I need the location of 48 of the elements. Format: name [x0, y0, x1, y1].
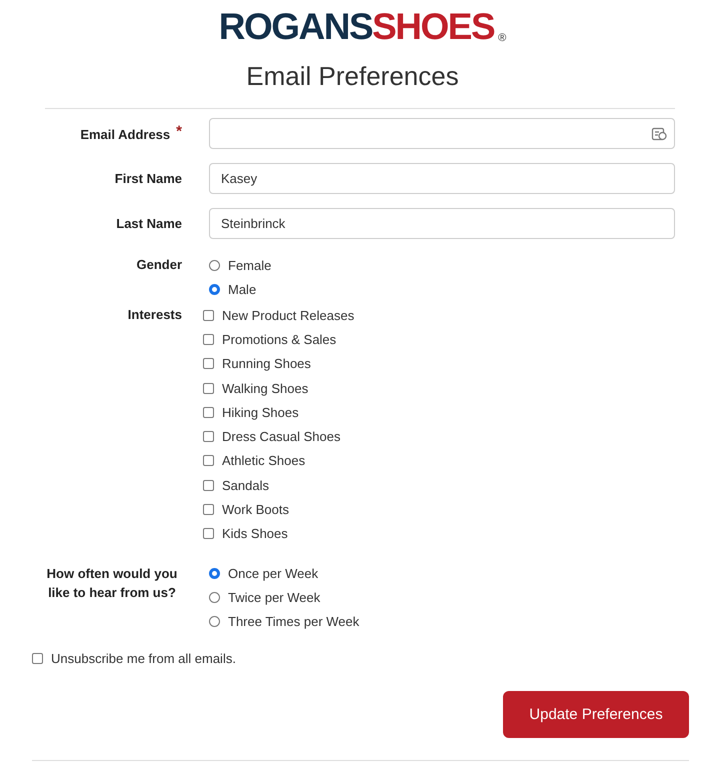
field-label: Gender — [136, 257, 182, 272]
unsubscribe-label[interactable]: Unsubscribe me from all emails. — [51, 651, 236, 666]
field-label: Last Name — [116, 216, 182, 231]
radio-button[interactable] — [209, 260, 220, 270]
option-label[interactable]: Dress Casual Shoes — [222, 429, 340, 444]
option-label[interactable]: Walking Shoes — [222, 380, 308, 396]
input-field[interactable]: Steinbrinck — [209, 208, 675, 239]
update-preferences-button[interactable]: Update Preferences — [503, 690, 689, 738]
required-asterisk: * — [176, 123, 182, 140]
option-label[interactable]: Hiking Shoes — [222, 404, 299, 420]
checkbox[interactable] — [203, 310, 214, 321]
checkbox[interactable] — [203, 382, 214, 394]
checkbox[interactable] — [203, 528, 214, 540]
checkbox[interactable] — [203, 358, 214, 370]
field-label: How often would you like to hear from us? — [46, 564, 178, 602]
checkbox[interactable] — [203, 431, 214, 442]
option-label[interactable]: Female — [228, 258, 272, 272]
option-label[interactable]: Sandals — [222, 478, 269, 493]
checkbox[interactable] — [203, 504, 214, 516]
option-label[interactable]: Three Times per Week — [228, 614, 360, 630]
field-label: Email Address — [80, 127, 170, 142]
option-label[interactable]: Running Shoes — [222, 356, 311, 372]
field-label: First Name — [114, 171, 182, 186]
checkbox[interactable] — [203, 455, 214, 466]
option-label[interactable]: Work Boots — [222, 502, 289, 518]
checkbox[interactable] — [203, 334, 214, 345]
input-field[interactable]: Kasey — [209, 163, 675, 194]
checkbox[interactable] — [203, 406, 214, 418]
option-label[interactable]: Once per Week — [228, 566, 318, 582]
radio-button[interactable] — [209, 616, 220, 628]
page-title: Email Preferences — [245, 60, 460, 92]
logo-text-accent: SHOES — [372, 6, 494, 48]
option-label[interactable]: Athletic Shoes — [222, 453, 306, 468]
logo-text: ROGANS — [218, 6, 372, 48]
field-label: Interests — [128, 307, 182, 322]
radio-button[interactable] — [209, 568, 220, 580]
checkbox[interactable] — [203, 480, 214, 491]
radio-button[interactable] — [209, 592, 220, 604]
registered-mark: ® — [498, 32, 506, 44]
input-field[interactable] — [209, 118, 675, 149]
option-label[interactable]: Kids Shoes — [222, 526, 288, 542]
option-label[interactable]: Promotions & Sales — [222, 332, 336, 347]
radio-button[interactable] — [209, 284, 220, 294]
option-label[interactable]: Male — [228, 282, 256, 296]
option-label[interactable]: Twice per Week — [228, 590, 320, 606]
option-label[interactable]: New Product Releases — [222, 308, 354, 323]
checkbox[interactable] — [32, 653, 43, 664]
contact-card-icon[interactable] — [651, 126, 667, 142]
